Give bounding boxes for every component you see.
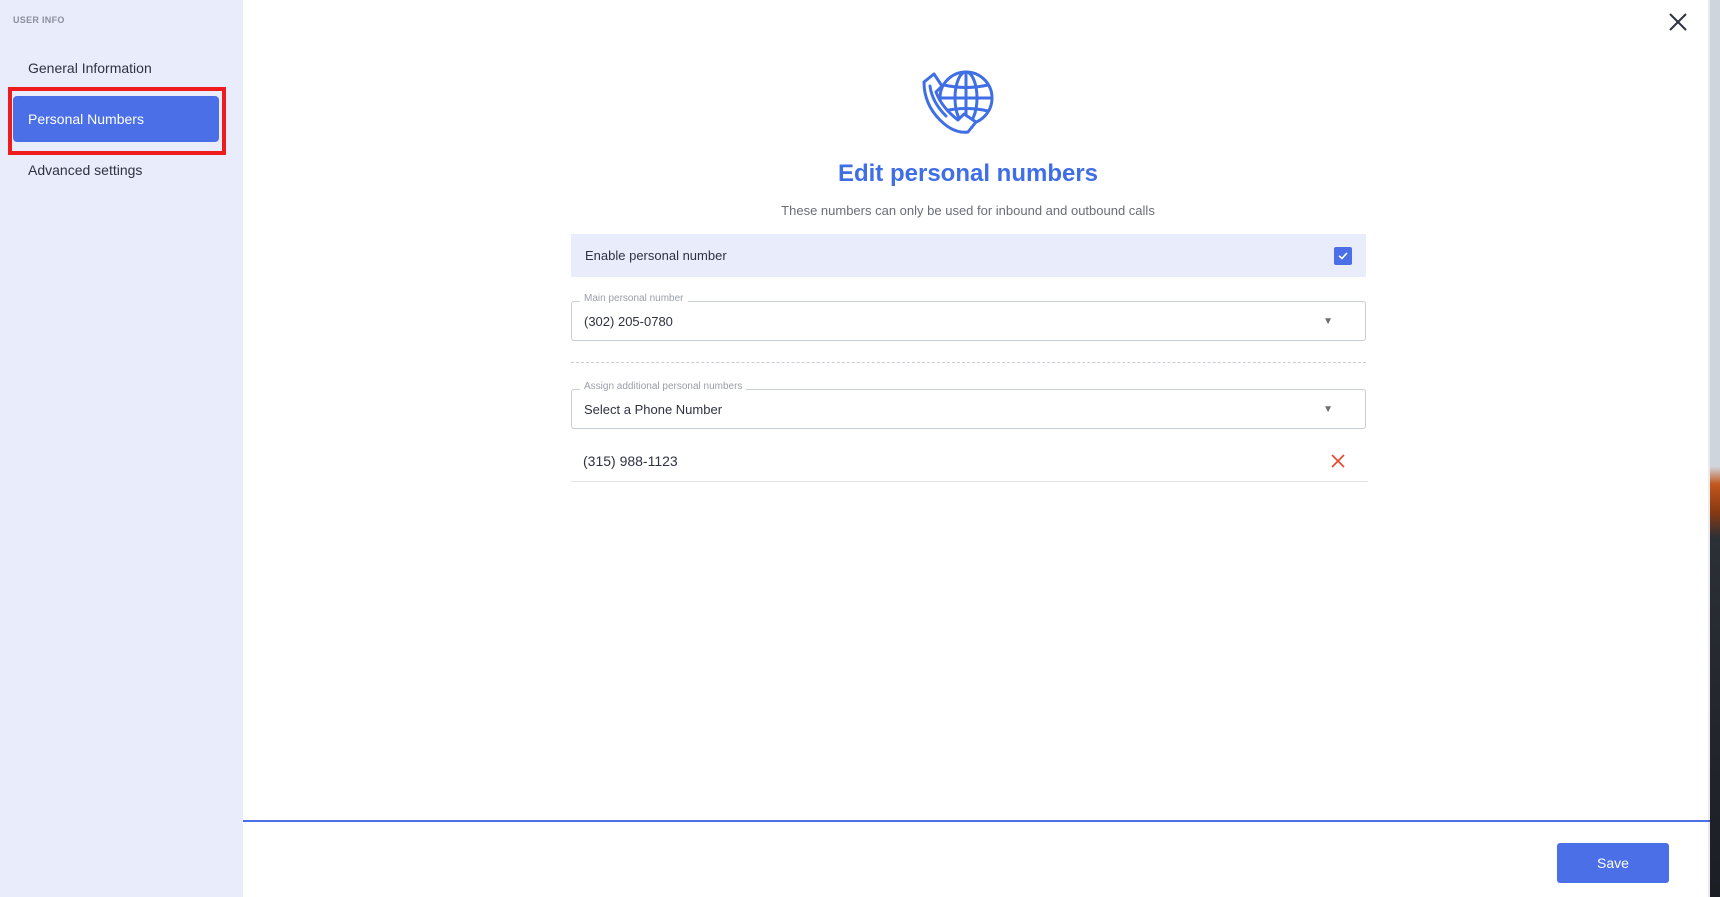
sidebar-item-label: Advanced settings (28, 162, 143, 178)
sidebar-item-label: Personal Numbers (28, 111, 144, 127)
additional-numbers-legend: Assign additional personal numbers (580, 381, 747, 392)
close-button[interactable] (1664, 8, 1692, 36)
sidebar-item-personal-numbers[interactable]: Personal Numbers (13, 96, 219, 142)
main-personal-number-legend: Main personal number (580, 293, 688, 304)
page-title: Edit personal numbers (837, 160, 1099, 187)
list-item: (315) 988-1123 (571, 440, 1368, 482)
additional-numbers-placeholder: Select a Phone Number (584, 401, 723, 417)
enable-personal-number-checkbox[interactable] (1334, 246, 1352, 265)
remove-icon[interactable] (1330, 453, 1346, 469)
footer-divider (243, 820, 1710, 822)
chevron-down-icon: ▼ (1323, 403, 1333, 415)
sidebar-item-general-information[interactable]: General Information (13, 45, 219, 91)
close-icon (1669, 13, 1687, 31)
sidebar: USER INFO General Information Personal N… (0, 0, 243, 897)
desktop-background-strip (1710, 0, 1720, 897)
checkmark-icon (1338, 252, 1348, 259)
main-panel: Edit personal numbers These numbers can … (243, 0, 1710, 897)
assigned-number-value: (315) 988-1123 (583, 452, 678, 469)
section-divider (571, 362, 1366, 363)
save-button[interactable]: Save (1557, 843, 1669, 883)
sidebar-heading: USER INFO (13, 15, 65, 25)
sidebar-item-advanced-settings[interactable]: Advanced settings (13, 147, 219, 193)
phone-globe-icon (922, 70, 994, 134)
enable-personal-number-label: Enable personal number (585, 248, 727, 263)
additional-numbers-select[interactable]: Assign additional personal numbers Selec… (571, 381, 1366, 429)
main-personal-number-select[interactable]: Main personal number (302) 205-0780 ▼ (571, 293, 1366, 341)
page-subtitle: These numbers can only be used for inbou… (781, 203, 1155, 218)
main-personal-number-value: (302) 205-0780 (584, 313, 673, 329)
chevron-down-icon: ▼ (1323, 315, 1333, 327)
sidebar-item-label: General Information (28, 60, 152, 76)
enable-personal-number-row: Enable personal number (571, 234, 1366, 277)
